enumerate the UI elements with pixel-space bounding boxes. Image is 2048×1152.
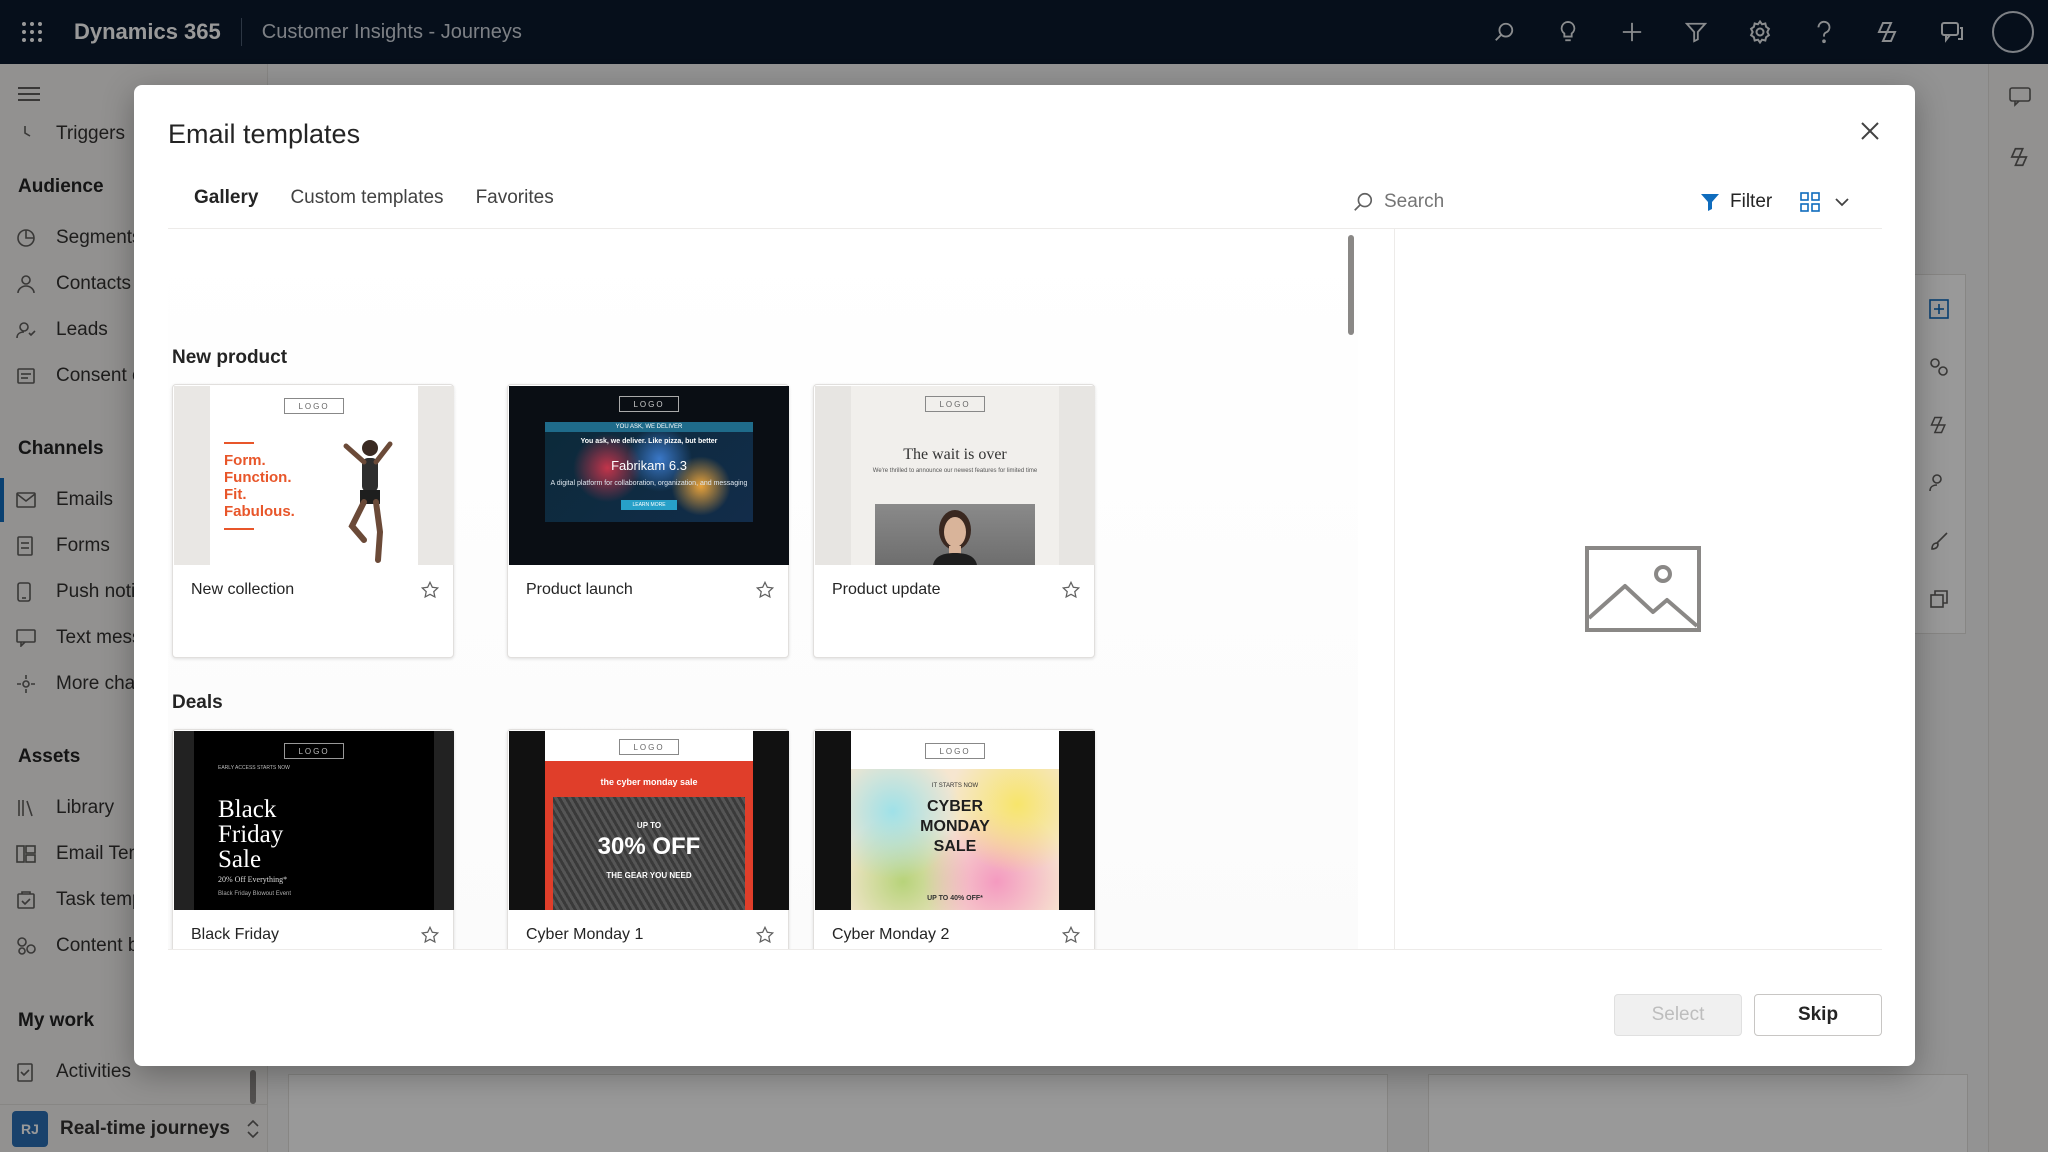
tab-custom-templates[interactable]: Custom templates bbox=[290, 185, 443, 231]
thumbnail-description: We're thrilled to announce our newest fe… bbox=[872, 468, 1038, 474]
section-heading-deals: Deals bbox=[172, 692, 223, 713]
template-card-cyber-monday-2[interactable]: LOGO IT STARTS NOW CYBER MONDAY SALE UP … bbox=[813, 729, 1095, 949]
template-name: New collection bbox=[191, 581, 295, 598]
star-icon[interactable] bbox=[752, 577, 778, 603]
thumbnail-headline: Fabrikam 6.3 bbox=[611, 458, 687, 473]
thumbnail-kicker: the cyber monday sale bbox=[600, 777, 698, 787]
template-thumbnail: LOGO the cyber monday sale UP TO 30% OFF… bbox=[509, 731, 789, 910]
template-card-black-friday[interactable]: LOGO EARLY ACCESS STARTS NOW Black Frida… bbox=[172, 729, 454, 949]
skip-button[interactable]: Skip bbox=[1754, 994, 1882, 1036]
model-figure bbox=[933, 510, 977, 565]
search-icon bbox=[1352, 191, 1374, 213]
template-thumbnail: LOGO EARLY ACCESS STARTS NOW Black Frida… bbox=[174, 731, 454, 910]
thumbnail-description: A digital platform for collaboration, or… bbox=[550, 480, 748, 487]
thumbnail-headline: CYBER MONDAY SALE bbox=[920, 798, 990, 855]
logo-placeholder: LOGO bbox=[619, 739, 679, 755]
logo-placeholder: LOGO bbox=[925, 743, 985, 759]
star-icon[interactable] bbox=[752, 922, 778, 948]
thumbnail-cta: LEARN MORE bbox=[621, 500, 677, 510]
template-thumbnail: LOGO IT STARTS NOW CYBER MONDAY SALE UP … bbox=[815, 731, 1095, 910]
star-icon[interactable] bbox=[417, 922, 443, 948]
thumbnail-upto: UP TO bbox=[636, 821, 662, 830]
template-card-product-update[interactable]: LOGO The wait is over We're thrilled to … bbox=[813, 384, 1095, 658]
thumbnail-kicker: IT STARTS NOW bbox=[931, 783, 979, 789]
dialog-title: Email templates bbox=[168, 119, 361, 149]
template-name: Product update bbox=[832, 581, 941, 598]
template-tabs: Gallery Custom templates Favorites bbox=[194, 185, 586, 231]
footer-divider bbox=[168, 949, 1882, 950]
thumbnail-headline: Form. Function. Fit. Fabulous. bbox=[224, 452, 295, 520]
email-templates-dialog: Email templates Gallery Custom templates… bbox=[134, 85, 1915, 1066]
filter-label: Filter bbox=[1730, 191, 1773, 212]
template-gallery: New product LOGO Form. Function. Fit. Fa… bbox=[168, 229, 1358, 949]
template-thumbnail: LOGO YOU ASK, WE DELIVER You ask, we del… bbox=[509, 386, 789, 565]
search-box[interactable] bbox=[1352, 185, 1552, 219]
logo-placeholder: LOGO bbox=[284, 398, 344, 414]
template-name: Black Friday bbox=[191, 926, 280, 943]
gallery-scrollbar[interactable] bbox=[1348, 235, 1354, 335]
grid-view-icon bbox=[1800, 192, 1820, 212]
star-icon[interactable] bbox=[417, 577, 443, 603]
thumbnail-kicker: EARLY ACCESS STARTS NOW bbox=[218, 765, 290, 771]
thumbnail-offer: UP TO 40% OFF* bbox=[927, 895, 983, 902]
thumbnail-headline: The wait is over bbox=[903, 446, 1007, 463]
logo-placeholder: LOGO bbox=[925, 396, 985, 412]
thumbnail-subline: THE GEAR YOU NEED bbox=[606, 871, 692, 880]
logo-placeholder: LOGO bbox=[619, 396, 679, 412]
tab-favorites[interactable]: Favorites bbox=[476, 185, 554, 231]
image-placeholder-icon bbox=[1585, 546, 1701, 632]
thumbnail-tagline: You ask, we deliver. Like pizza, but bet… bbox=[580, 438, 718, 445]
template-card-new-collection[interactable]: LOGO Form. Function. Fit. Fabulous. New … bbox=[172, 384, 454, 658]
view-toggle-button[interactable] bbox=[1800, 185, 1864, 219]
thumbnail-event: Black Friday Blowout Event bbox=[218, 891, 292, 897]
thumbnail-headline: 30% OFF bbox=[597, 833, 701, 860]
thumbnail-headline: Black Friday Sale bbox=[218, 796, 284, 873]
section-heading-new-product: New product bbox=[172, 347, 288, 368]
template-name: Cyber Monday 2 bbox=[832, 926, 950, 943]
filter-icon bbox=[1700, 192, 1720, 212]
athlete-figure bbox=[343, 440, 393, 563]
close-icon[interactable] bbox=[1850, 111, 1890, 151]
logo-placeholder: LOGO bbox=[284, 743, 344, 759]
search-input[interactable] bbox=[1384, 191, 1534, 213]
template-thumbnail: LOGO Form. Function. Fit. Fabulous. bbox=[174, 386, 454, 565]
template-thumbnail: LOGO The wait is over We're thrilled to … bbox=[815, 386, 1095, 565]
chevron-down-icon bbox=[1834, 197, 1850, 207]
template-name: Product launch bbox=[526, 581, 633, 598]
template-name: Cyber Monday 1 bbox=[526, 926, 644, 943]
star-icon[interactable] bbox=[1058, 922, 1084, 948]
select-button[interactable]: Select bbox=[1614, 994, 1742, 1036]
template-card-cyber-monday-1[interactable]: LOGO the cyber monday sale UP TO 30% OFF… bbox=[507, 729, 789, 949]
preview-divider bbox=[1394, 229, 1395, 949]
filter-button[interactable]: Filter bbox=[1700, 185, 1772, 219]
tab-gallery[interactable]: Gallery bbox=[194, 185, 259, 231]
template-card-product-launch[interactable]: LOGO YOU ASK, WE DELIVER You ask, we del… bbox=[507, 384, 789, 658]
star-icon[interactable] bbox=[1058, 577, 1084, 603]
thumbnail-offer: 20% Off Everything* bbox=[218, 875, 288, 884]
thumbnail-kicker: YOU ASK, WE DELIVER bbox=[545, 422, 753, 432]
